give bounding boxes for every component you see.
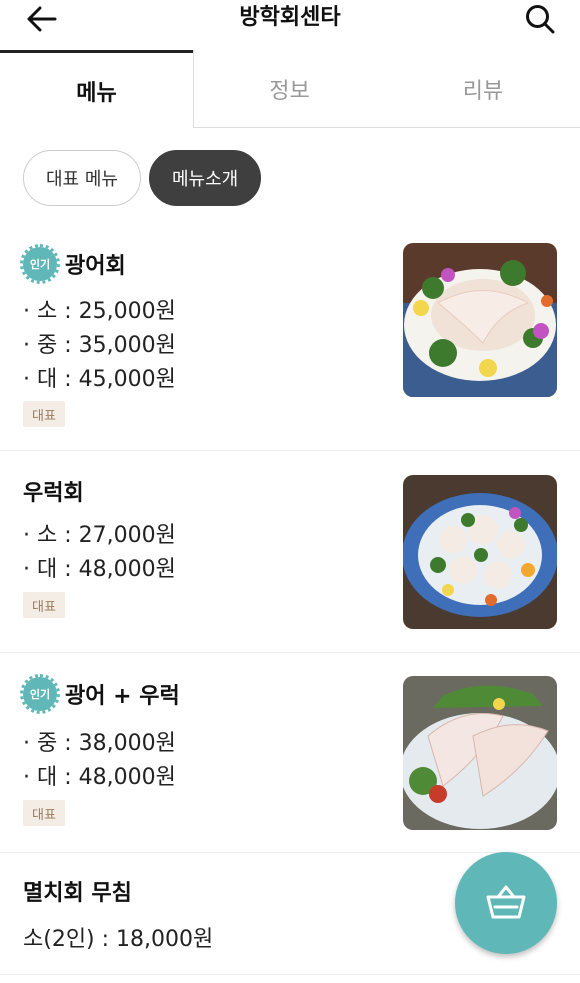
price-line: 소(2인) : 18,000원 [23, 927, 214, 952]
menu-item-rockfish[interactable]: 우럭회 · 소 : 27,000원 · 대 : 48,000원 대표 [0, 451, 580, 653]
page-title: 방학회센타 [239, 5, 341, 30]
menu-item-halibut-rockfish[interactable]: 인기 광어 + 우럭 · 중 : 38,000원 · 대 : 48,000원 대… [0, 653, 580, 853]
signature-tag: 대표 [23, 800, 65, 826]
menu-item-image[interactable] [403, 676, 557, 830]
popular-badge: 인기 [20, 244, 60, 284]
signature-tag: 대표 [23, 592, 65, 618]
signature-tag: 대표 [23, 401, 65, 427]
basket-icon [486, 885, 526, 919]
menu-item-title: 멸치회 무침 [23, 875, 132, 907]
price-line: · 대 : 48,000원 [23, 765, 176, 790]
menu-item-name: 멸치회 무침 [23, 881, 132, 906]
menu-item-image[interactable] [403, 475, 557, 629]
menu-item-image[interactable] [403, 243, 557, 397]
price-line: · 소 : 27,000원 [23, 523, 176, 548]
price-line: · 중 : 38,000원 [23, 731, 176, 756]
tab-info[interactable]: 정보 [193, 50, 386, 128]
menu-item-title: 우럭회 [23, 475, 84, 507]
cart-button[interactable] [455, 852, 557, 954]
chip-menu-intro[interactable]: 메뉴소개 [148, 150, 262, 206]
menu-item-title: 인기 광어 + 우럭 [20, 674, 180, 714]
tab-menu[interactable]: 메뉴 [0, 50, 193, 128]
price-line: · 대 : 45,000원 [23, 367, 176, 392]
menu-item-halibut[interactable]: 인기 광어회 · 소 : 25,000원 · 중 : 35,000원 · 대 :… [0, 225, 580, 451]
tab-bar: 메뉴 정보 리뷰 [0, 50, 580, 128]
menu-item-name: 광어 + 우럭 [65, 684, 180, 709]
chip-signature-menu[interactable]: 대표 메뉴 [23, 150, 141, 206]
menu-filter-chips: 대표 메뉴 메뉴소개 [23, 150, 262, 206]
menu-item-name: 우럭회 [23, 481, 84, 506]
popular-badge: 인기 [20, 674, 60, 714]
menu-item-title: 인기 광어회 [20, 244, 126, 284]
price-line: · 대 : 48,000원 [23, 557, 176, 582]
search-button[interactable] [522, 2, 558, 36]
tab-reviews[interactable]: 리뷰 [386, 50, 580, 128]
search-icon [526, 5, 555, 34]
price-line: · 중 : 35,000원 [23, 333, 176, 358]
price-line: · 소 : 25,000원 [23, 299, 176, 324]
top-bar: 방학회센타 [0, 0, 580, 40]
menu-item-name: 광어회 [65, 254, 126, 279]
